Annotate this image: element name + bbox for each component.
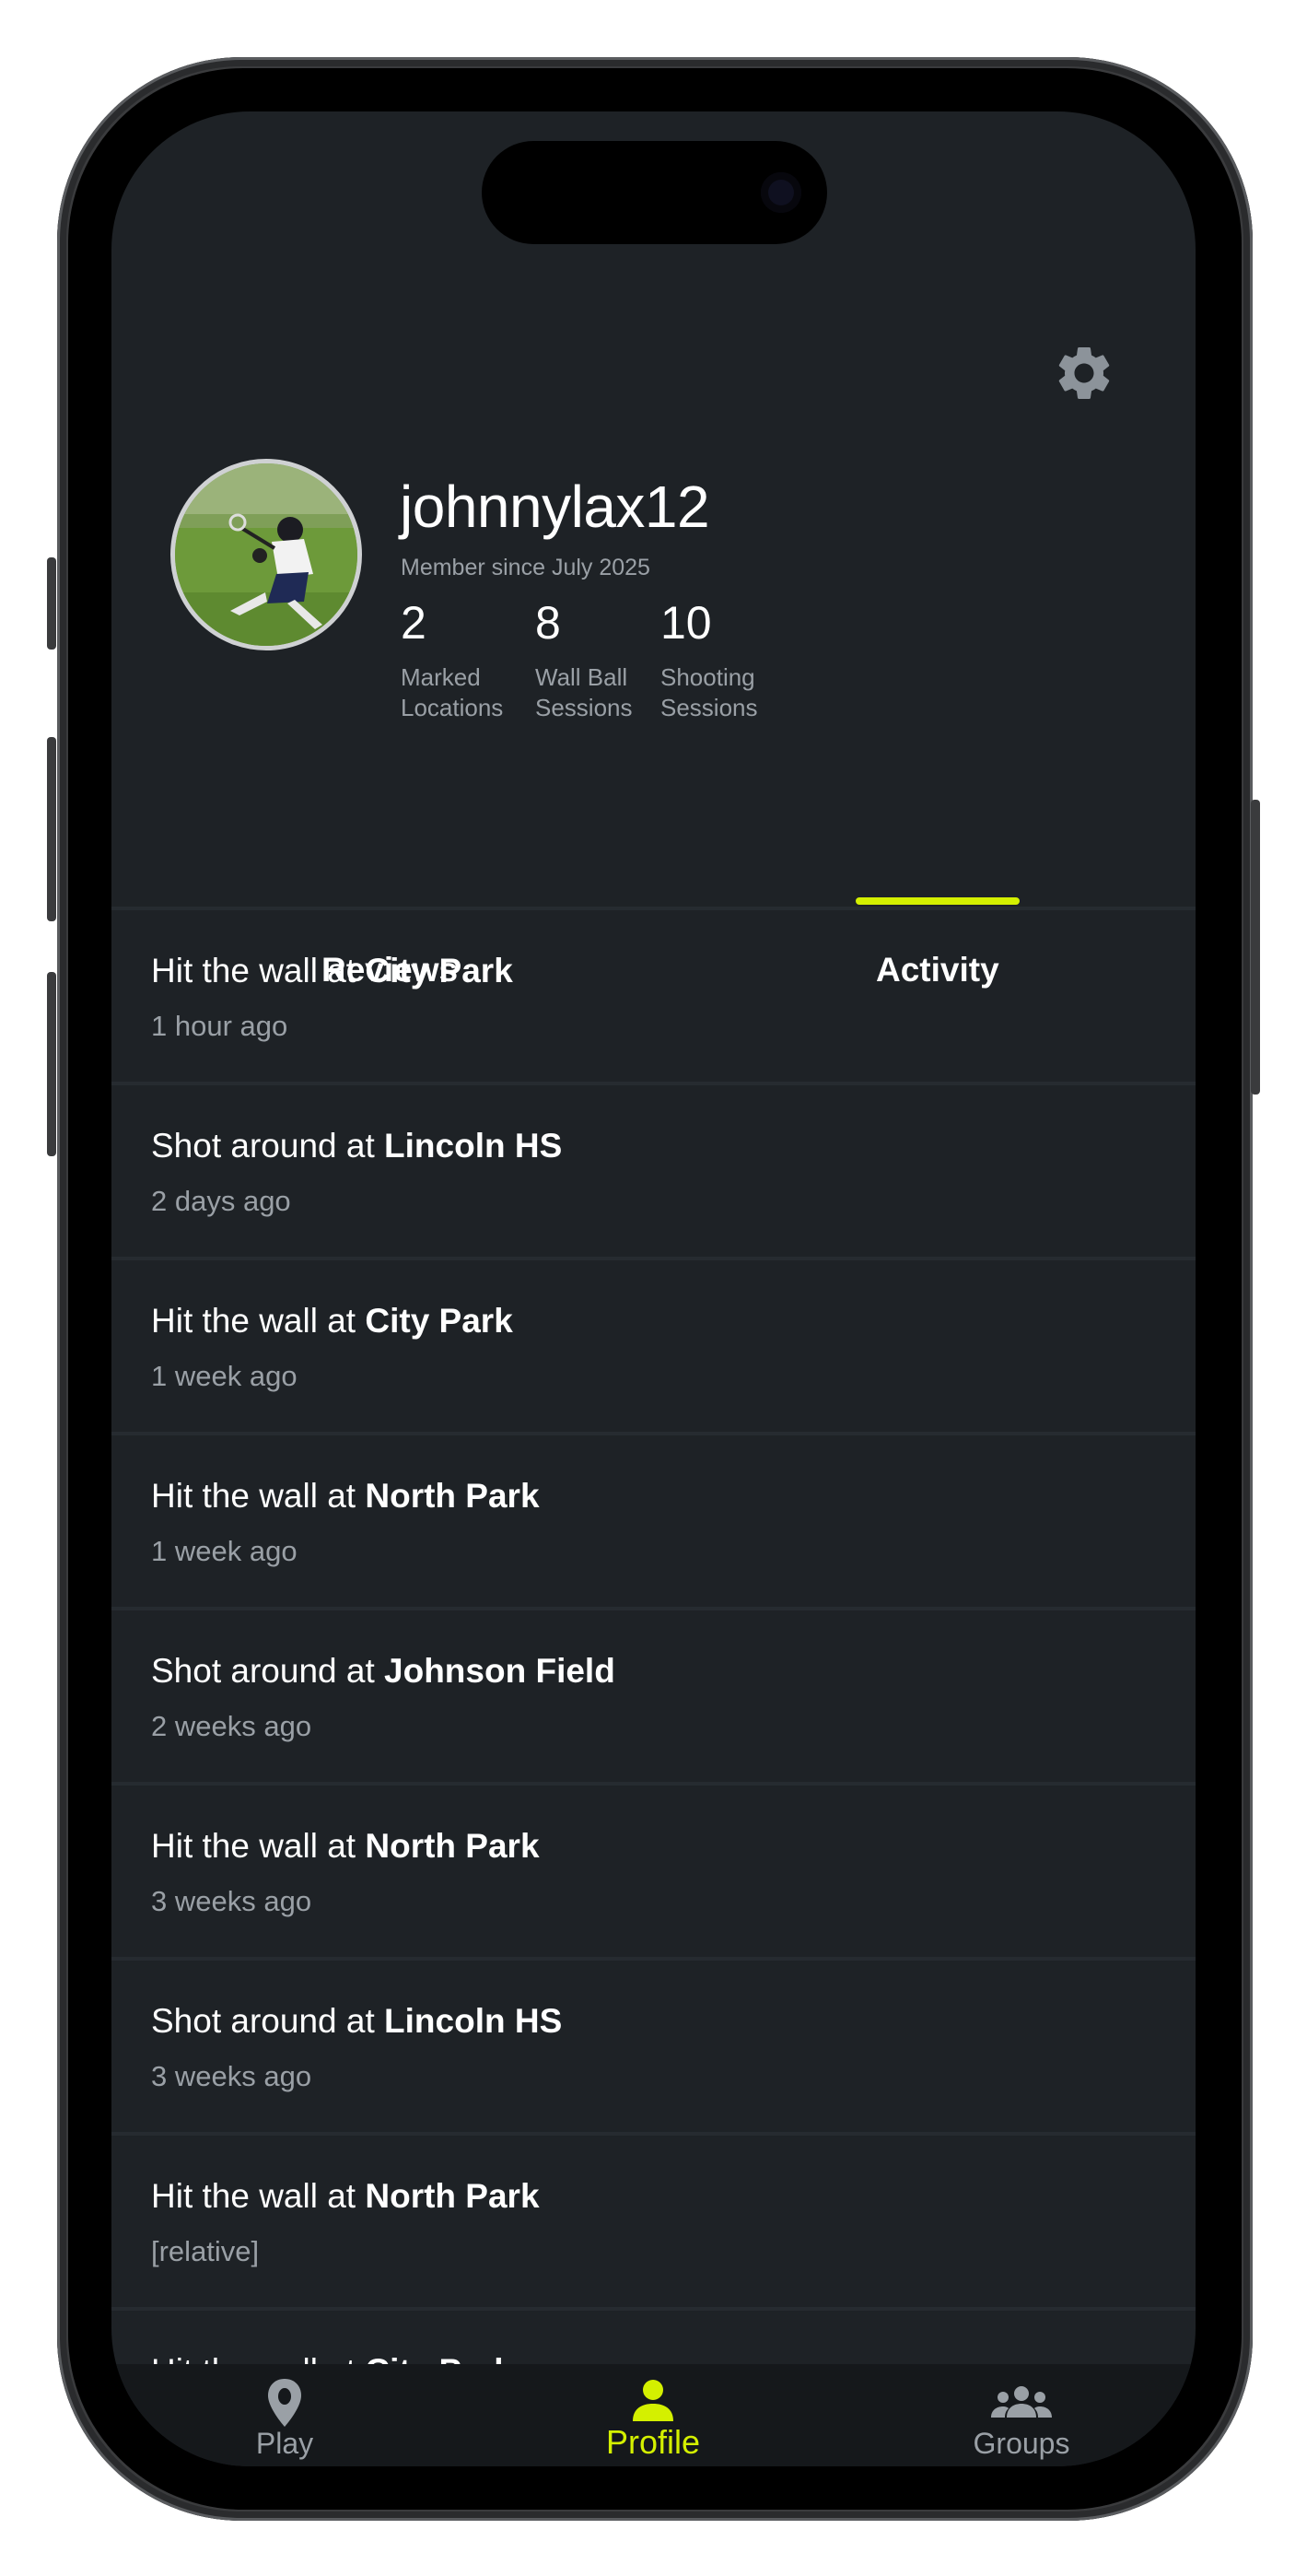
activity-title: Shot around at Johnson Field <box>151 1652 615 1691</box>
nav-groups[interactable]: Groups <box>902 2364 1141 2466</box>
activity-title: Hit the wall at City Park <box>151 952 513 990</box>
app-screen: johnnylax12 Member since July 2025 2 Mar… <box>111 111 1196 2466</box>
stat-label: Wall Ball Sessions <box>535 662 633 723</box>
activity-list: Hit the wall at City Park 1 hour ago Sho… <box>111 910 1196 2466</box>
volume-up-button <box>47 737 56 921</box>
activity-prefix: Shot around at <box>151 1652 385 1690</box>
activity-item[interactable]: Shot around at Johnson Field 2 weeks ago <box>111 1610 1196 1786</box>
profile-tabs: Reviews Activity <box>111 830 1196 989</box>
stat-label-line1: Wall Ball <box>535 663 628 691</box>
member-since: Member since July 2025 <box>401 555 650 580</box>
nav-profile[interactable]: Profile <box>533 2364 773 2466</box>
map-pin-icon <box>266 2377 303 2433</box>
activity-time: 3 weeks ago <box>151 2060 312 2092</box>
avatar[interactable] <box>170 459 362 650</box>
volume-down-button <box>47 972 56 1156</box>
stat-label: Marked Locations <box>401 662 503 723</box>
activity-item[interactable]: Shot around at Lincoln HS 2 days ago <box>111 1085 1196 1260</box>
activity-prefix: Hit the wall at <box>151 2177 366 2215</box>
activity-place: City Park <box>365 952 513 989</box>
activity-prefix: Shot around at <box>151 1127 385 1165</box>
activity-title: Hit the wall at City Park <box>151 1302 513 1341</box>
bottom-navigation: Play Profile Groups <box>111 2364 1196 2466</box>
activity-place: North Park <box>365 1827 540 1865</box>
activity-item[interactable]: Hit the wall at City Park 1 week ago <box>111 1260 1196 1435</box>
activity-time: [relative] <box>151 2235 260 2267</box>
activity-time: 1 hour ago <box>151 1010 288 1042</box>
settings-gear-icon[interactable] <box>1052 341 1116 405</box>
activity-place: North Park <box>365 2177 540 2215</box>
activity-item[interactable]: Shot around at Lincoln HS 3 weeks ago <box>111 1961 1196 2136</box>
activity-place: Johnson Field <box>384 1652 615 1690</box>
stat-value: 10 <box>660 597 712 649</box>
stat-label-line2: Locations <box>401 694 504 721</box>
power-button <box>1251 800 1260 1095</box>
stat-label-line2: Sessions <box>535 694 633 721</box>
stat-value: 2 <box>401 597 426 649</box>
camera-icon <box>761 172 801 213</box>
person-icon <box>631 2379 675 2426</box>
activity-title: Shot around at Lincoln HS <box>151 2002 562 2041</box>
action-button <box>47 557 56 650</box>
nav-groups-label: Groups <box>973 2427 1070 2460</box>
activity-item[interactable]: Hit the wall at City Park 1 hour ago <box>111 910 1196 1085</box>
activity-item[interactable]: Hit the wall at North Park [relative] <box>111 2136 1196 2311</box>
nav-profile-label: Profile <box>605 2423 701 2461</box>
activity-place: Lincoln HS <box>384 1127 563 1165</box>
activity-prefix: Hit the wall at <box>151 1477 366 1515</box>
stat-label-line2: Sessions <box>660 694 758 721</box>
nav-play[interactable]: Play <box>165 2364 404 2466</box>
active-tab-indicator <box>856 897 1020 905</box>
activity-time: 2 weeks ago <box>151 1710 312 1742</box>
activity-title: Hit the wall at North Park <box>151 1827 540 1866</box>
dynamic-island <box>482 141 827 244</box>
activity-prefix: Hit the wall at <box>151 1302 366 1340</box>
activity-time: 3 weeks ago <box>151 1885 312 1917</box>
activity-title: Hit the wall at North Park <box>151 2177 540 2216</box>
activity-item[interactable]: Hit the wall at North Park 3 weeks ago <box>111 1786 1196 1961</box>
activity-title: Hit the wall at North Park <box>151 1477 540 1516</box>
activity-time: 2 days ago <box>151 1185 291 1217</box>
activity-place: North Park <box>365 1477 540 1515</box>
activity-prefix: Hit the wall at <box>151 952 366 989</box>
stat-shooting-sessions: 10 Shooting Sessions <box>660 600 758 723</box>
stat-label-line1: Marked <box>401 663 481 691</box>
group-icon <box>991 2386 1052 2424</box>
stat-marked-locations: 2 Marked Locations <box>401 600 503 723</box>
activity-place: Lincoln HS <box>384 2002 563 2040</box>
activity-prefix: Hit the wall at <box>151 1827 366 1865</box>
stat-label: Shooting Sessions <box>660 662 758 723</box>
username: johnnylax12 <box>400 474 710 540</box>
nav-play-label: Play <box>255 2427 314 2460</box>
activity-item[interactable]: Hit the wall at North Park 1 week ago <box>111 1435 1196 1610</box>
activity-time: 1 week ago <box>151 1360 298 1392</box>
activity-time: 1 week ago <box>151 1535 298 1567</box>
activity-prefix: Shot around at <box>151 2002 385 2040</box>
stat-value: 8 <box>535 597 561 649</box>
activity-title: Shot around at Lincoln HS <box>151 1127 562 1165</box>
stat-wall-ball-sessions: 8 Wall Ball Sessions <box>535 600 633 723</box>
activity-place: City Park <box>365 1302 513 1340</box>
stat-label-line1: Shooting <box>660 663 755 691</box>
